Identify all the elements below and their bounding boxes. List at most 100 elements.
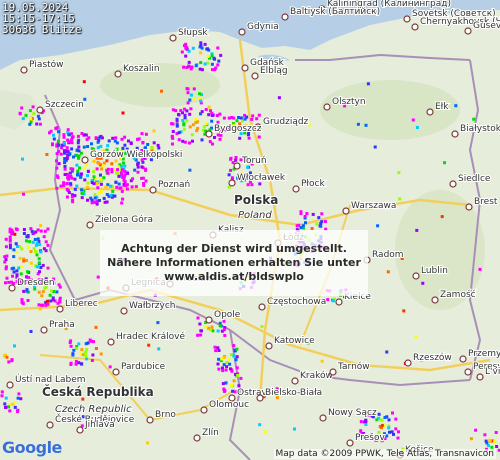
strike-cell xyxy=(55,159,58,163)
strike-cell xyxy=(35,265,39,269)
strike-cell xyxy=(236,374,240,377)
strike-cell xyxy=(230,369,234,373)
city-dot xyxy=(193,434,201,442)
google-logo[interactable]: Google xyxy=(2,438,62,457)
city-label: Ústí nad Labem xyxy=(15,373,86,385)
strike-cell xyxy=(65,182,69,185)
city-dot xyxy=(342,207,350,215)
strike-cell xyxy=(224,381,228,385)
strike-cell xyxy=(293,427,296,431)
strike-cell xyxy=(232,354,236,358)
strike-cell xyxy=(95,202,99,206)
strike-cell xyxy=(188,125,192,129)
strike-cell xyxy=(225,361,229,364)
strike-cell xyxy=(92,170,96,174)
strike-cell xyxy=(394,417,398,421)
strike-cell xyxy=(219,53,223,57)
strike-cell xyxy=(250,117,254,121)
strike-cell xyxy=(311,212,315,216)
strike-cell xyxy=(85,163,89,167)
strike-cell xyxy=(326,298,330,302)
city-label: Toruń xyxy=(241,156,267,166)
strike-cell xyxy=(228,362,232,366)
strike-cell xyxy=(222,116,226,120)
strike-cell xyxy=(415,126,419,129)
strike-cell xyxy=(234,156,238,159)
strike-cell xyxy=(125,187,129,191)
strike-cell xyxy=(202,125,206,129)
strike-cell xyxy=(246,183,250,187)
strike-cell xyxy=(263,430,267,434)
strike-cell xyxy=(109,193,113,197)
strike-cell xyxy=(194,117,198,121)
city-dot xyxy=(205,130,213,138)
strike-cell xyxy=(175,124,179,128)
strike-cell xyxy=(83,133,87,137)
strike-cell xyxy=(39,229,43,233)
strike-cell xyxy=(386,270,390,274)
strike-cell xyxy=(96,140,100,144)
strike-cell xyxy=(121,175,125,179)
strike-cell xyxy=(12,248,16,252)
strike-cell xyxy=(70,138,74,142)
strike-cell xyxy=(440,215,444,219)
city-dot xyxy=(431,296,439,304)
strike-cell xyxy=(71,353,75,357)
strike-cell xyxy=(196,316,200,320)
strike-cell xyxy=(66,128,70,132)
strike-cell xyxy=(48,293,52,297)
strike-cell xyxy=(390,430,394,434)
strike-cell xyxy=(90,201,94,205)
strike-cell xyxy=(58,285,62,289)
strike-cell xyxy=(111,189,115,193)
strike-cell xyxy=(315,222,319,226)
strike-cell xyxy=(474,428,478,432)
strike-cell xyxy=(69,182,73,186)
strike-cell xyxy=(356,122,360,126)
strike-cell xyxy=(392,432,395,436)
strike-cell xyxy=(69,339,73,343)
strike-cell xyxy=(187,49,191,53)
strike-cell xyxy=(14,242,18,246)
city-label: Słupsk xyxy=(178,28,208,38)
strike-cell xyxy=(86,170,90,173)
city-dot xyxy=(412,272,420,280)
strike-cell xyxy=(85,137,89,141)
strike-cell xyxy=(495,445,499,448)
strike-cell xyxy=(184,54,188,58)
strike-cell xyxy=(183,127,186,131)
strike-cell xyxy=(255,117,259,121)
strike-cell xyxy=(187,65,191,68)
city-dot xyxy=(451,130,459,138)
strike-cell xyxy=(84,351,87,354)
strike-cell xyxy=(80,191,84,195)
strike-cell xyxy=(80,132,84,135)
strike-cell xyxy=(192,97,196,101)
strike-cell xyxy=(46,227,50,231)
strike-cell xyxy=(22,289,26,293)
strike-cell xyxy=(86,198,89,202)
strike-cell xyxy=(58,300,62,304)
strike-cell xyxy=(15,269,19,273)
strike-cell xyxy=(51,298,55,302)
strike-cell xyxy=(415,228,419,232)
strike-cell xyxy=(56,139,60,143)
strike-cell xyxy=(229,168,233,172)
city-dot xyxy=(112,368,120,376)
strike-cell xyxy=(380,423,384,427)
strike-cell xyxy=(232,344,236,348)
strike-cell xyxy=(227,357,231,361)
strike-cell xyxy=(295,224,299,228)
strike-cell xyxy=(33,238,37,241)
notice-link[interactable]: www.aldis.at/bldswplo xyxy=(164,270,304,284)
strike-cell xyxy=(171,142,174,146)
strike-cell xyxy=(10,358,14,362)
strike-cell xyxy=(37,290,41,294)
city-label: Nowy Sącz xyxy=(328,408,377,418)
strike-cell xyxy=(15,251,19,254)
strike-cell xyxy=(231,161,235,165)
city-dot xyxy=(449,180,457,188)
strike-cell xyxy=(142,182,146,185)
strike-cell xyxy=(218,112,222,116)
strike-cell xyxy=(86,341,90,345)
